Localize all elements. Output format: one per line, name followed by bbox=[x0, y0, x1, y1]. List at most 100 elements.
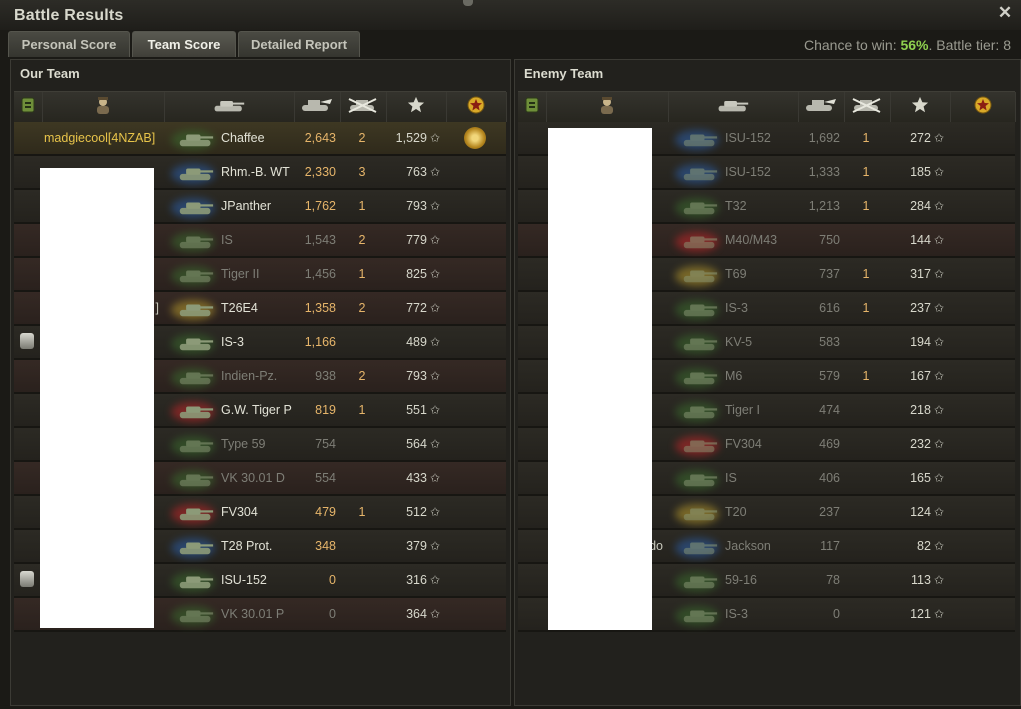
kills-value: 1 bbox=[862, 267, 870, 281]
vehicle-icon bbox=[675, 226, 725, 254]
vehicle-name: IS bbox=[725, 471, 737, 485]
squad-icon bbox=[525, 97, 539, 118]
kills-value: 1 bbox=[862, 369, 870, 383]
close-icon[interactable]: ✕ bbox=[997, 4, 1013, 21]
tank-icon bbox=[717, 97, 749, 118]
vehicle-icon bbox=[171, 192, 221, 220]
kills-value bbox=[344, 462, 380, 494]
damage-value: 1,166 bbox=[304, 335, 336, 349]
tank-icon bbox=[681, 164, 719, 187]
xp-value: 763 ✩ bbox=[386, 156, 440, 188]
vehicle-name: IS bbox=[221, 233, 233, 247]
xp-value: 316 ✩ bbox=[386, 564, 440, 596]
column-xp[interactable] bbox=[890, 92, 951, 122]
column-medal[interactable] bbox=[950, 92, 1016, 122]
vehicle-name: IS-3 bbox=[725, 301, 748, 315]
column-kills[interactable] bbox=[340, 92, 387, 122]
tank-icon bbox=[681, 470, 719, 493]
damage-value: 348 bbox=[315, 539, 336, 553]
star-icon: ✩ bbox=[933, 573, 944, 587]
column-vehicle[interactable] bbox=[668, 92, 799, 122]
vehicle-icon bbox=[675, 498, 725, 526]
tank-icon bbox=[213, 97, 245, 118]
xp-value: 82 ✩ bbox=[890, 530, 944, 562]
table-row[interactable]: madgiecool[4NZAB] Chaffee 2,643 2 1,529 ✩ bbox=[14, 122, 506, 156]
column-player[interactable] bbox=[42, 92, 165, 122]
kills-value: 1 bbox=[862, 165, 870, 179]
tab-detailed-report[interactable]: Detailed Report bbox=[238, 31, 360, 57]
squad-icon bbox=[20, 333, 34, 349]
xp-number: 284 bbox=[910, 199, 931, 213]
xp-number: 379 bbox=[406, 539, 427, 553]
xp-value: 489 ✩ bbox=[386, 326, 440, 358]
vehicle-name: M6 bbox=[725, 369, 743, 383]
tank-icon bbox=[177, 300, 215, 323]
tab-personal-score[interactable]: Personal Score bbox=[8, 31, 130, 57]
kills-value: 1 bbox=[862, 199, 870, 213]
xp-value: 564 ✩ bbox=[386, 428, 440, 460]
xp-value: 232 ✩ bbox=[890, 428, 944, 460]
kills-value bbox=[848, 564, 884, 596]
xp-number: 237 bbox=[910, 301, 931, 315]
xp-value: 185 ✩ bbox=[890, 156, 944, 188]
kills-value: 1 bbox=[358, 505, 366, 519]
star-icon: ✩ bbox=[933, 369, 944, 383]
vehicle-icon bbox=[675, 158, 725, 186]
xp-value: 551 ✩ bbox=[386, 394, 440, 426]
xp-value: 124 ✩ bbox=[890, 496, 944, 528]
column-damage[interactable] bbox=[294, 92, 341, 122]
column-vehicle[interactable] bbox=[164, 92, 295, 122]
xp-value: 113 ✩ bbox=[890, 564, 944, 596]
column-kills[interactable] bbox=[844, 92, 891, 122]
kills-value bbox=[344, 564, 380, 596]
damage-value: 469 bbox=[819, 437, 840, 451]
star-icon: ✩ bbox=[429, 165, 440, 179]
xp-number: 793 bbox=[406, 369, 427, 383]
vehicle-icon bbox=[171, 600, 221, 628]
vehicle-name: T32 bbox=[725, 199, 747, 213]
squad-icon bbox=[20, 571, 34, 587]
column-squad[interactable] bbox=[518, 92, 547, 122]
chance-value: 56% bbox=[900, 37, 929, 53]
star-icon: ✩ bbox=[933, 301, 944, 315]
player-name: madgiecool[4NZAB] bbox=[44, 131, 156, 145]
commander-icon bbox=[597, 95, 617, 120]
column-squad[interactable] bbox=[14, 92, 43, 122]
damage-value: 1,762 bbox=[304, 199, 336, 213]
xp-number: 167 bbox=[910, 369, 931, 383]
column-player[interactable] bbox=[546, 92, 669, 122]
vehicle-icon bbox=[171, 498, 221, 526]
kills-value bbox=[848, 224, 884, 256]
our-team-title: Our Team bbox=[20, 66, 80, 81]
vehicle-icon bbox=[675, 192, 725, 220]
tank-icon bbox=[681, 538, 719, 561]
kills-value: 1 bbox=[862, 131, 870, 145]
vehicle-icon bbox=[171, 566, 221, 594]
kills-value bbox=[848, 326, 884, 358]
tank-icon bbox=[177, 232, 215, 255]
damage-value: 479 bbox=[315, 505, 336, 519]
tank-icon bbox=[681, 232, 719, 255]
tab-team-score[interactable]: Team Score bbox=[132, 31, 236, 57]
star-icon: ✩ bbox=[933, 403, 944, 417]
xp-value: 433 ✩ bbox=[386, 462, 440, 494]
tank-icon bbox=[681, 334, 719, 357]
damage-value: 1,333 bbox=[808, 165, 840, 179]
tank-icon bbox=[177, 504, 215, 527]
column-damage[interactable] bbox=[798, 92, 845, 122]
redaction-block bbox=[40, 168, 154, 628]
tank-icon bbox=[177, 572, 215, 595]
xp-number: 185 bbox=[910, 165, 931, 179]
drag-handle[interactable] bbox=[463, 0, 473, 6]
tank-icon bbox=[177, 198, 215, 221]
damage-value: 616 bbox=[819, 301, 840, 315]
vehicle-name: IS-3 bbox=[725, 607, 748, 621]
vehicle-icon bbox=[171, 260, 221, 288]
xp-number: 551 bbox=[406, 403, 427, 417]
column-xp[interactable] bbox=[386, 92, 447, 122]
xp-number: 82 bbox=[917, 539, 931, 553]
xp-value: 144 ✩ bbox=[890, 224, 944, 256]
column-medal[interactable] bbox=[446, 92, 507, 122]
commander-icon bbox=[93, 95, 113, 120]
tank-icon bbox=[681, 402, 719, 425]
